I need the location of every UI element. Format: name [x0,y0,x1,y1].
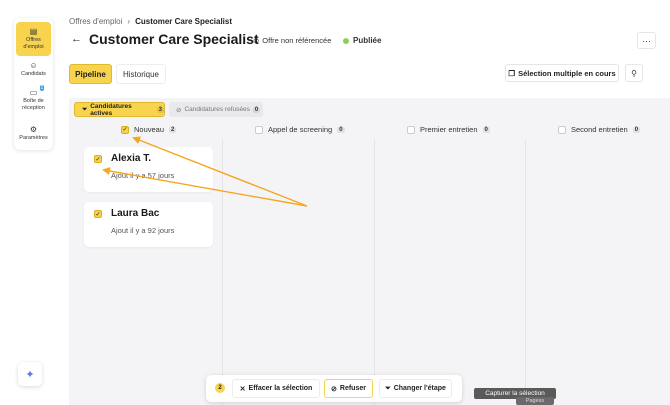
column-header-new: ✓ Nouveau 2 [121,125,177,134]
column-select-checkbox[interactable] [558,125,566,134]
refuse-label: Refuser [339,385,366,392]
more-options-button[interactable]: ··· [637,32,656,49]
column-count: 0 [632,126,641,133]
candidate-added-date: Ajout il y a 92 jours [111,226,175,235]
sidebar-item-label: Offres d'emploi [23,37,44,50]
column-select-checkbox[interactable] [407,125,415,134]
change-stage-label: Changer l'étape [393,385,446,392]
multi-select-label: Sélection multiple en cours [518,68,616,78]
filter-active-count: 3 [156,106,164,113]
filter-active-applications[interactable]: ⏷ Candidatures actives 3 [74,102,165,117]
sidebar-item-label: Paramètres [19,135,48,141]
sidebar: ▤ Offres d'emploi ☺ Candidats ▭ 1 Boîte d… [14,18,53,150]
breadcrumb: Offres d'emploi › Customer Care Speciali… [69,17,232,26]
assign-user-button[interactable]: ⚲ [625,64,643,82]
chevron-right-icon: › [127,17,131,26]
user-plus-icon: ⚲ [631,68,637,78]
status-dot-icon [343,37,349,44]
page-title: Customer Care Specialist [89,31,259,47]
sidebar-item-settings[interactable]: ⚙ Paramètres [16,125,51,147]
status-label: Publiée [353,36,382,45]
eye-off-icon: ⊘ [253,36,260,45]
candidate-card[interactable]: ✓ Alexia T. Ajout il y a 57 jours [84,147,213,192]
column-divider [222,140,223,405]
status-badge[interactable]: Publiée [343,36,381,45]
breadcrumb-parent-link[interactable]: Offres d'emploi [69,17,122,26]
tooltip-ghost-text: Pagess [516,397,554,405]
clear-selection-label: Effacer la sélection [248,385,313,392]
column-count: 0 [337,126,345,133]
column-title: Premier entretien [420,125,478,134]
ai-assistant-button[interactable]: ✦ [18,362,42,386]
gear-icon: ⚙ [29,125,38,134]
column-divider [374,140,375,405]
clear-selection-button[interactable]: ✕ Effacer la sélection [232,379,320,398]
column-select-checkbox[interactable]: ✓ [121,125,129,134]
sparkle-icon: ✦ [25,368,35,381]
sidebar-item-jobs[interactable]: ▤ Offres d'emploi [16,22,51,56]
multi-select-button[interactable]: ❐ Sélection multiple en cours [505,64,619,82]
change-stage-button[interactable]: ⏷ Changer l'étape [379,379,452,398]
smile-icon: ☺ [29,61,38,70]
candidate-select-checkbox[interactable]: ✓ [94,210,102,218]
column-divider [525,140,526,405]
column-header-screening: Appel de screening 0 [255,125,345,134]
column-title: Appel de screening [268,125,333,134]
refuse-button[interactable]: ⊘ Refuser [324,379,373,398]
funnel-icon: ⏷ [82,105,88,113]
filter-refused-count: 0 [252,106,261,113]
close-icon: ✕ [239,385,246,393]
candidate-select-checkbox[interactable]: ✓ [94,155,102,163]
back-arrow-icon[interactable]: ← [71,33,82,45]
selection-action-bar: 2 ✕ Effacer la sélection ⊘ Refuser ⏷ Cha… [206,375,462,402]
sidebar-item-inbox[interactable]: ▭ 1 Boîte de réception [16,85,51,114]
column-header-first-interview: Premier entretien 0 [407,125,490,134]
more-horizontal-icon: ··· [642,35,651,46]
candidate-card[interactable]: ✓ Laura Bac Ajout il y a 92 jours [84,202,213,247]
breadcrumb-current: Customer Care Specialist [135,17,233,26]
selected-count-badge: 2 [215,383,225,393]
funnel-icon: ⏷ [385,384,391,392]
tab-history[interactable]: Historique [116,64,166,84]
unlisted-indicator[interactable]: ⊘ Offre non référencée [253,36,331,45]
sidebar-item-label: Boîte de réception [22,98,45,111]
ban-icon: ⊘ [331,385,337,393]
filter-refused-applications[interactable]: ⊘ Candidatures refusées 0 [169,102,263,117]
chat-icon: ▭ 1 [29,85,45,97]
sidebar-item-label: Candidats [21,71,46,77]
column-count: 0 [482,126,490,133]
sidebar-item-candidates[interactable]: ☺ Candidats [16,61,51,83]
inbox-badge: 1 [39,85,45,91]
pipeline-board [69,98,670,405]
clipboard-icon: ▤ [29,27,38,36]
column-title: Second entretien [571,125,628,134]
ban-icon: ⊘ [176,106,182,114]
column-count: 2 [169,126,177,133]
filter-refused-label: Candidatures refusées [184,106,250,113]
column-title: Nouveau [134,125,165,134]
copy-stack-icon: ❐ [508,68,516,78]
filter-active-label: Candidatures actives [90,102,132,117]
candidate-added-date: Ajout il y a 57 jours [111,171,175,180]
tab-pipeline[interactable]: Pipeline [69,64,112,84]
candidate-name: Laura Bac [111,208,160,219]
unlisted-label: Offre non référencée [262,36,332,45]
candidate-name: Alexia T. [111,153,152,164]
column-header-second-interview: Second entretien 0 [558,125,641,134]
column-select-checkbox[interactable] [255,125,263,134]
